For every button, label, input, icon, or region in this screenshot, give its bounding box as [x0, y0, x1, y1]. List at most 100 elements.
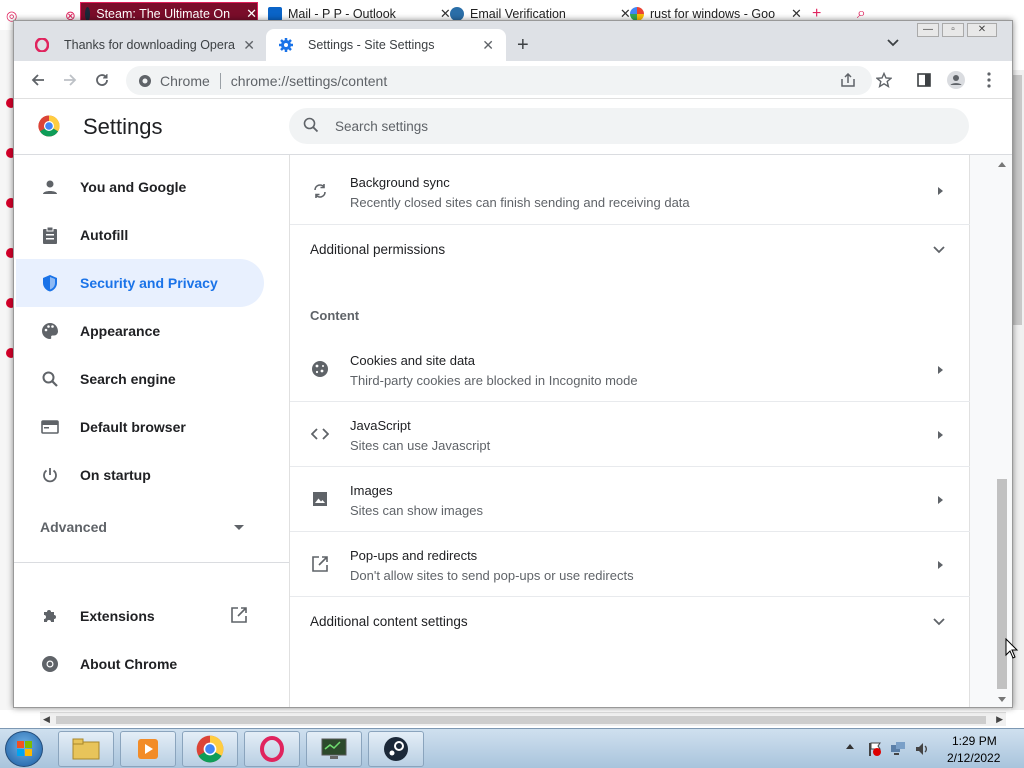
sidebar-advanced-toggle[interactable]: Advanced: [40, 519, 107, 535]
network-icon[interactable]: [890, 741, 906, 757]
sidebar-item-security-and-privacy[interactable]: Security and Privacy: [16, 259, 264, 307]
menu-kebab-icon[interactable]: [979, 70, 999, 90]
back-button[interactable]: [28, 70, 48, 90]
outlook-icon: [268, 7, 282, 21]
scroll-down-arrow-icon[interactable]: [998, 697, 1006, 702]
taskbar-app[interactable]: [306, 731, 362, 767]
chrome-icon: [40, 654, 60, 674]
address-bar[interactable]: Chrome chrome://settings/content: [126, 66, 872, 95]
sidebar-item-autofill[interactable]: Autofill: [16, 211, 264, 259]
content-scrollbar[interactable]: [994, 157, 1010, 707]
action-center-flag-icon[interactable]: [866, 741, 882, 757]
power-icon: [40, 465, 60, 485]
settings-header: Settings Search settings: [14, 99, 1012, 155]
puzzle-icon: [40, 606, 60, 626]
additional-content-settings-expander[interactable]: Additional content settings: [290, 597, 970, 645]
search-settings-input[interactable]: Search settings: [289, 108, 969, 144]
shield-icon: [40, 273, 60, 293]
tab-opera-download[interactable]: Thanks for downloading Opera ✕: [22, 29, 267, 61]
maximize-button[interactable]: ▫: [942, 23, 964, 37]
taskbar-explorer[interactable]: [58, 731, 114, 767]
taskbar-opera[interactable]: [244, 731, 300, 767]
background-page-sidebar: [0, 30, 16, 710]
search-icon: [40, 369, 60, 389]
section-heading-content: Content: [310, 308, 360, 323]
chrome-icon: [139, 74, 151, 87]
image-icon: [310, 489, 330, 509]
clock-date[interactable]: 2/12/2022: [947, 751, 1000, 765]
tab-search-chevron-icon[interactable]: [887, 36, 899, 50]
url-text[interactable]: chrome://settings/content: [231, 73, 387, 89]
taskbar-chrome[interactable]: [182, 731, 238, 767]
setting-row-cookies[interactable]: Cookies and site data Third-party cookie…: [290, 337, 970, 402]
sync-icon: [310, 181, 330, 201]
taskbar-media-player[interactable]: [120, 731, 176, 767]
toolbar: Chrome chrome://settings/content: [14, 61, 1012, 99]
steam-icon: [450, 7, 464, 21]
code-icon: [310, 424, 330, 444]
clock-time[interactable]: 1:29 PM: [952, 734, 997, 748]
arrow-right-icon: [938, 561, 943, 569]
opera-icon: [34, 37, 50, 53]
additional-permissions-expander[interactable]: Additional permissions: [290, 225, 970, 271]
taskbar-steam[interactable]: [368, 731, 424, 767]
site-settings-card: Background sync Recently closed sites ca…: [289, 155, 970, 707]
sidebar-item-on-startup[interactable]: On startup: [16, 451, 264, 499]
sidebar-item-you-and-google[interactable]: You and Google: [16, 163, 264, 211]
gear-icon: [278, 37, 294, 53]
windows-taskbar: 1:29 PM 2/12/2022: [0, 728, 1024, 768]
chevron-down-icon: [933, 246, 945, 254]
close-window-button[interactable]: ✕: [967, 23, 997, 37]
site-chip[interactable]: Chrome: [138, 73, 210, 89]
reload-button[interactable]: [92, 70, 112, 90]
arrow-right-icon: [938, 366, 943, 374]
person-icon: [40, 177, 60, 197]
sidebar-item-about-chrome[interactable]: About Chrome: [16, 640, 264, 688]
background-horizontal-scrollbar[interactable]: ◀ ▶: [40, 712, 1006, 726]
steam-icon: [384, 737, 408, 761]
sidebar-item-default-browser[interactable]: Default browser: [16, 403, 264, 451]
chrome-logo-icon: [38, 115, 60, 137]
minimize-button[interactable]: —: [917, 23, 939, 37]
side-panel-icon[interactable]: [914, 70, 934, 90]
open-in-new-icon[interactable]: [230, 606, 248, 627]
scroll-up-arrow-icon[interactable]: [998, 162, 1006, 167]
opera-icon: [260, 736, 284, 762]
open-in-new-icon: [310, 554, 330, 574]
close-tab-icon[interactable]: ✕: [243, 37, 255, 54]
new-tab-button[interactable]: +: [517, 34, 529, 57]
clipboard-icon: [40, 225, 60, 245]
sidebar-item-search-engine[interactable]: Search engine: [16, 355, 264, 403]
bookmark-star-icon[interactable]: [874, 70, 894, 90]
arrow-right-icon: [938, 187, 943, 195]
show-hidden-icons-button[interactable]: [846, 744, 854, 749]
setting-row-javascript[interactable]: JavaScript Sites can use Javascript: [290, 402, 970, 467]
volume-icon[interactable]: [914, 741, 930, 757]
profile-avatar-icon[interactable]: [946, 70, 966, 90]
sidebar-item-appearance[interactable]: Appearance: [16, 307, 264, 355]
setting-row-popups[interactable]: Pop-ups and redirects Don't allow sites …: [290, 532, 970, 597]
steam-icon: [85, 7, 91, 21]
windows-logo-icon: [17, 741, 32, 756]
chrome-icon: [196, 735, 224, 763]
divider: [14, 562, 289, 563]
start-button[interactable]: [5, 731, 43, 767]
cookie-icon: [310, 359, 330, 379]
chevron-down-icon: [933, 618, 945, 626]
close-tab-icon[interactable]: ✕: [482, 37, 494, 54]
caret-down-icon[interactable]: [234, 525, 244, 530]
arrow-right-icon: [938, 496, 943, 504]
setting-row-background-sync[interactable]: Background sync Recently closed sites ca…: [290, 155, 970, 225]
tab-site-settings[interactable]: Settings - Site Settings ✕: [266, 29, 506, 61]
setting-row-images[interactable]: Images Sites can show images: [290, 467, 970, 532]
google-icon: [630, 7, 644, 21]
palette-icon: [40, 321, 60, 341]
tab-strip: Thanks for downloading Opera ✕ Settings …: [14, 21, 1012, 61]
share-icon[interactable]: [840, 72, 856, 91]
page-title: Settings: [83, 114, 163, 139]
monitor-icon: [321, 738, 347, 759]
mouse-cursor-icon: [1005, 638, 1019, 659]
sidebar-item-extensions[interactable]: Extensions: [16, 592, 264, 640]
browser-icon: [40, 417, 60, 437]
forward-button[interactable]: [60, 70, 80, 90]
